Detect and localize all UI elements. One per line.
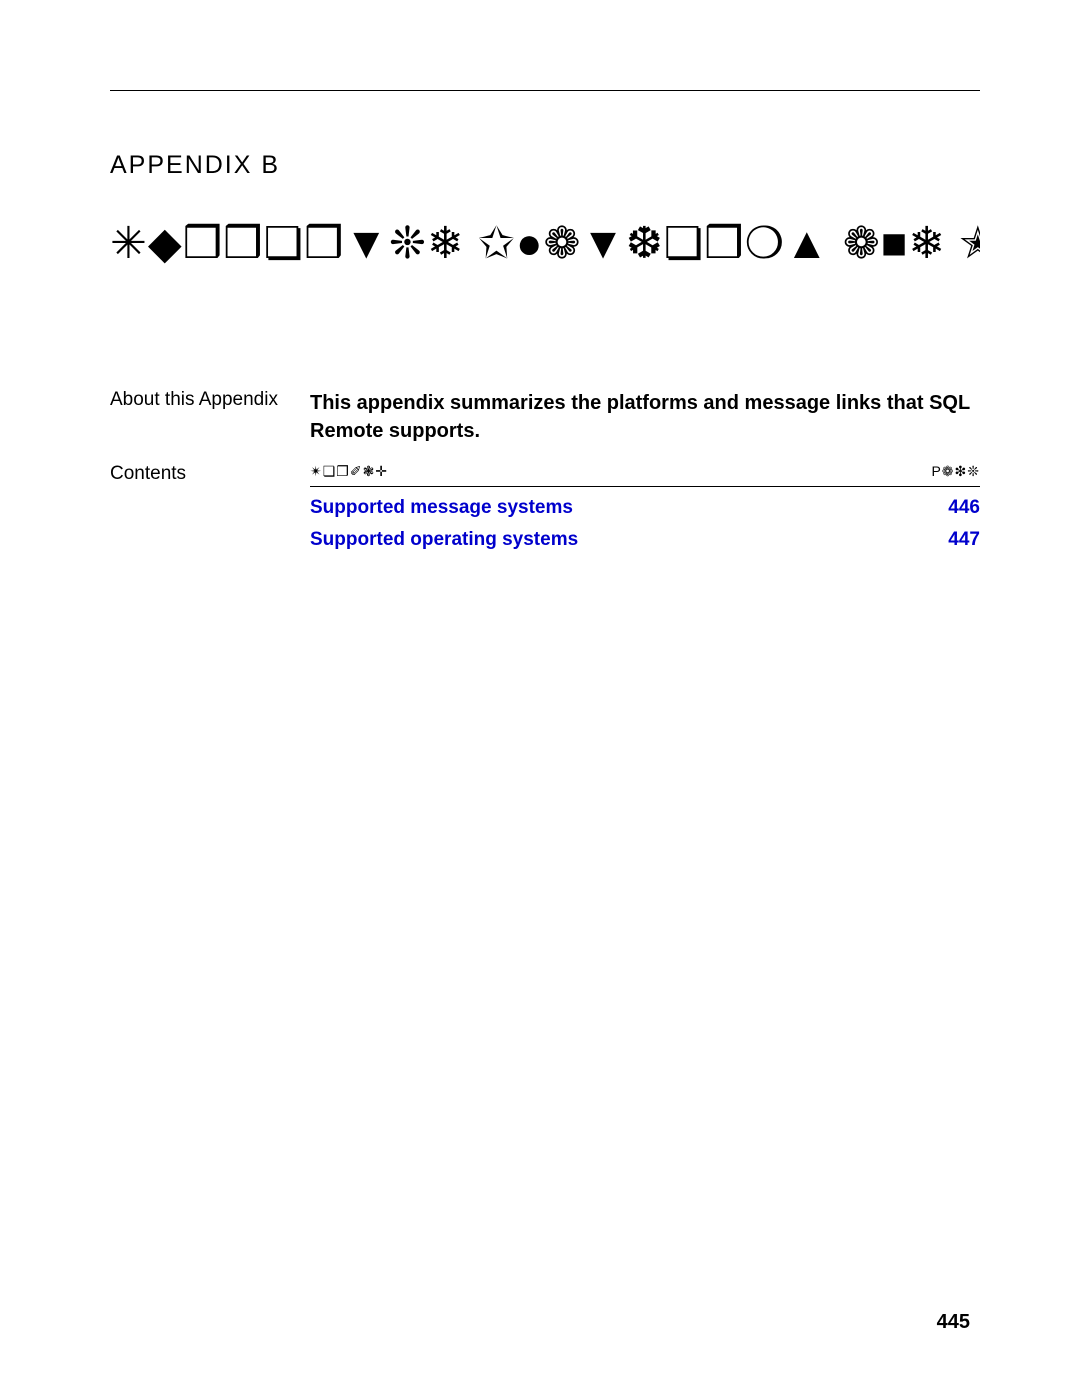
toc-row: Supported message systems 446 bbox=[310, 487, 980, 520]
toc-header-title: ✴❏❐✐❃✛ bbox=[310, 463, 877, 487]
toc-header-page: P❁❇❊ bbox=[877, 463, 980, 487]
contents-body: ✴❏❐✐❃✛ P❁❇❊ Supported message systems 44… bbox=[310, 463, 980, 551]
contents-label: Contents bbox=[110, 463, 310, 485]
toc-row: Supported operating systems 447 bbox=[310, 519, 980, 551]
appendix-label: APPENDIX B bbox=[110, 151, 980, 180]
appendix-title: ✳◆❒❒❏❒▼❊❄ ✩●❁▼❆❏❒❍▲ ❁■❄ ✭❊▲▲❁❇ bbox=[110, 218, 980, 269]
toc-table: ✴❏❐✐❃✛ P❁❇❊ Supported message systems 44… bbox=[310, 463, 980, 551]
about-text: This appendix summarizes the platforms a… bbox=[310, 389, 980, 445]
about-label: About this Appendix bbox=[110, 389, 310, 411]
contents-row: Contents ✴❏❐✐❃✛ P❁❇❊ Supported message s… bbox=[110, 463, 980, 551]
toc-page-link[interactable]: 446 bbox=[877, 487, 980, 520]
top-divider bbox=[110, 90, 980, 91]
toc-link[interactable]: Supported operating systems bbox=[310, 519, 877, 551]
toc-link[interactable]: Supported message systems bbox=[310, 487, 877, 520]
page-number: 445 bbox=[937, 1311, 970, 1334]
about-row: About this Appendix This appendix summar… bbox=[110, 389, 980, 445]
toc-page-link[interactable]: 447 bbox=[877, 519, 980, 551]
toc-header-row: ✴❏❐✐❃✛ P❁❇❊ bbox=[310, 463, 980, 487]
page-container: APPENDIX B ✳◆❒❒❏❒▼❊❄ ✩●❁▼❆❏❒❍▲ ❁■❄ ✭❊▲▲❁… bbox=[0, 0, 1080, 619]
